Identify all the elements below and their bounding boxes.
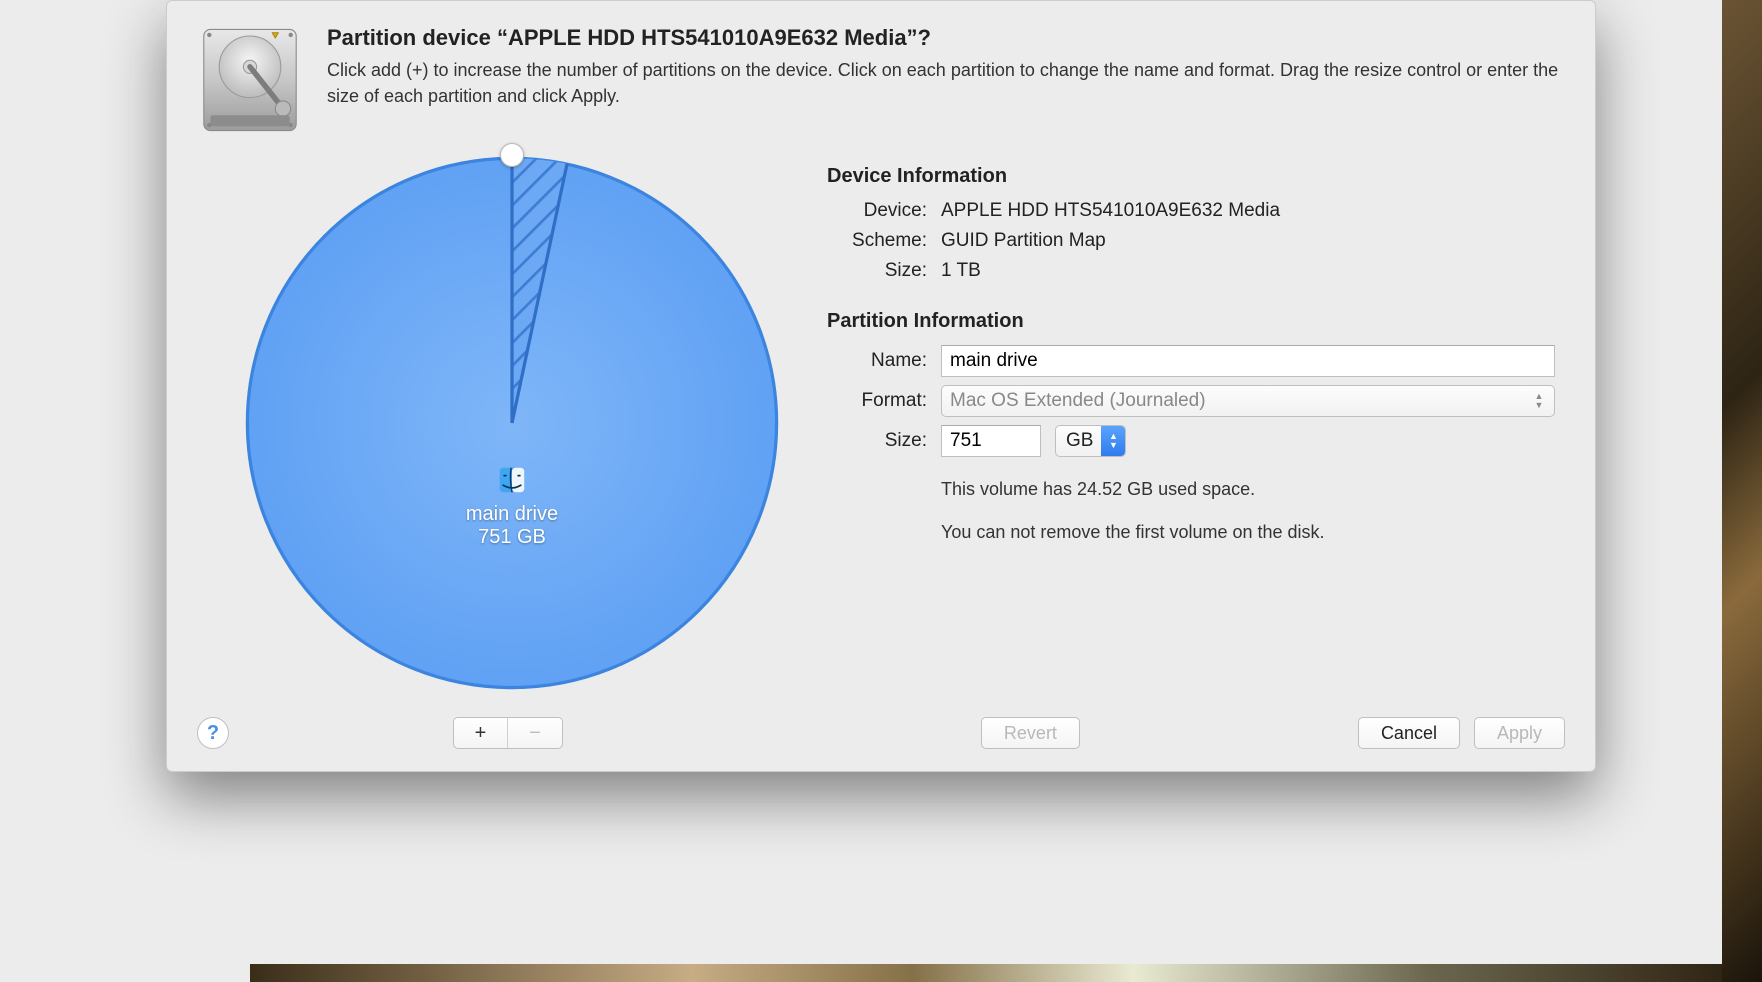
revert-button: Revert xyxy=(981,717,1080,749)
help-button[interactable]: ? xyxy=(197,717,229,749)
add-partition-button[interactable]: + xyxy=(454,718,508,748)
partition-pie[interactable]: main drive 751 GB xyxy=(227,145,797,693)
resize-handle[interactable] xyxy=(500,143,524,167)
sheet-title: Partition device “APPLE HDD HTS541010A9E… xyxy=(327,25,1565,51)
size-unit-value: GB xyxy=(1066,430,1093,452)
add-remove-segment: + − xyxy=(453,717,563,749)
sheet-footer: ? + − Revert Cancel Apply xyxy=(167,699,1595,771)
partition-sheet: Partition device “APPLE HDD HTS541010A9E… xyxy=(166,0,1596,772)
chevron-updown-icon: ▲▼ xyxy=(1101,426,1125,456)
scheme-label: Scheme: xyxy=(827,230,927,252)
sheet-subtitle: Click add (+) to increase the number of … xyxy=(327,57,1565,109)
chevron-updown-icon: ▲▼ xyxy=(1530,390,1548,412)
scheme-value: GUID Partition Map xyxy=(941,230,1555,252)
format-value: Mac OS Extended (Journaled) xyxy=(950,390,1206,412)
apply-button: Apply xyxy=(1474,717,1565,749)
format-label: Format: xyxy=(827,390,927,412)
volume-icon xyxy=(498,466,526,499)
name-label: Name: xyxy=(827,350,927,372)
partsize-label: Size: xyxy=(827,430,927,452)
name-field[interactable] xyxy=(941,345,1555,377)
cancel-button[interactable]: Cancel xyxy=(1358,717,1460,749)
device-value: APPLE HDD HTS541010A9E632 Media xyxy=(941,200,1555,222)
devsize-label: Size: xyxy=(827,260,927,282)
remove-restriction-note: You can not remove the first volume on t… xyxy=(941,522,1555,543)
device-label: Device: xyxy=(827,200,927,222)
device-info-heading: Device Information xyxy=(827,165,1555,188)
format-select[interactable]: Mac OS Extended (Journaled) ▲▼ xyxy=(941,385,1555,417)
pie-partition-label: main drive 751 GB xyxy=(242,466,782,549)
hard-drive-icon xyxy=(195,25,305,135)
partition-info-heading: Partition Information xyxy=(827,310,1555,333)
sheet-header: Partition device “APPLE HDD HTS541010A9E… xyxy=(167,1,1595,135)
size-field[interactable] xyxy=(941,425,1041,457)
remove-partition-button: − xyxy=(508,718,562,748)
used-space-note: This volume has 24.52 GB used space. xyxy=(941,479,1555,500)
devsize-value: 1 TB xyxy=(941,260,1555,282)
size-unit-select[interactable]: GB ▲▼ xyxy=(1055,425,1126,457)
